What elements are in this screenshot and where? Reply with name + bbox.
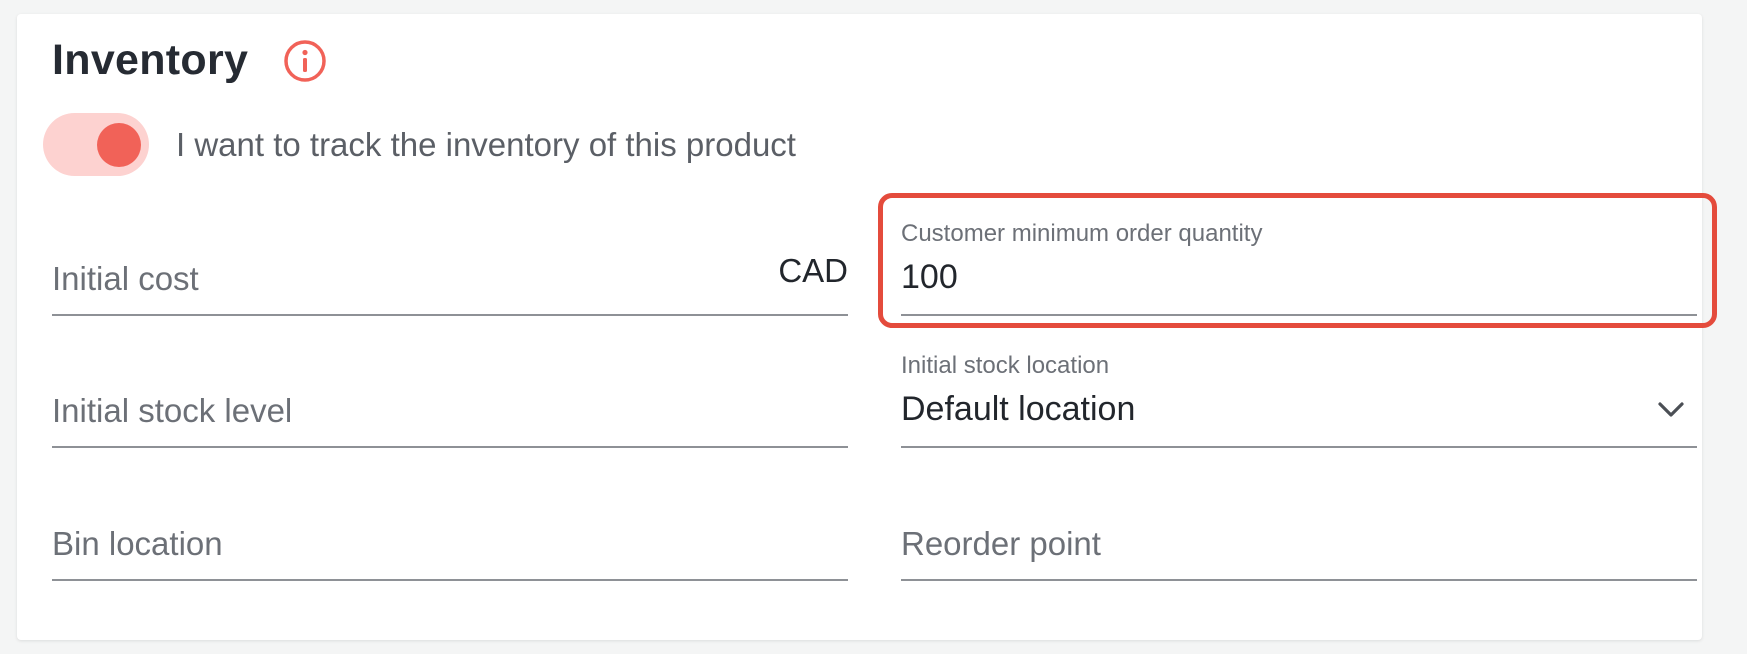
info-icon[interactable] (282, 38, 328, 84)
initial-stock-location-value: Default location (901, 390, 1136, 428)
reorder-point-field[interactable]: Reorder point (901, 497, 1697, 581)
toggle-knob (97, 123, 141, 167)
initial-stock-location-select[interactable]: Initial stock location Default location (901, 351, 1697, 448)
initial-stock-level-field[interactable]: Initial stock level (52, 364, 848, 448)
track-inventory-row: I want to track the inventory of this pr… (43, 113, 796, 176)
initial-stock-level-placeholder: Initial stock level (52, 392, 293, 429)
section-header: Inventory (52, 36, 328, 85)
section-title: Inventory (52, 36, 249, 84)
bin-location-placeholder: Bin location (52, 525, 223, 562)
customer-min-order-qty-value: 100 (901, 258, 958, 296)
customer-min-order-qty-field[interactable]: Customer minimum order quantity 100 (901, 218, 1697, 316)
currency-suffix: CAD (778, 252, 848, 289)
bin-location-field[interactable]: Bin location (52, 497, 848, 581)
initial-cost-placeholder: Initial cost (52, 260, 199, 297)
track-inventory-label: I want to track the inventory of this pr… (176, 125, 796, 163)
reorder-point-placeholder: Reorder point (901, 525, 1101, 562)
track-inventory-toggle[interactable] (43, 113, 149, 176)
chevron-down-icon[interactable] (1657, 401, 1685, 419)
customer-min-order-qty-label: Customer minimum order quantity (901, 220, 1263, 247)
initial-cost-field[interactable]: Initial cost CAD (52, 232, 848, 316)
initial-stock-location-label: Initial stock location (901, 352, 1110, 379)
